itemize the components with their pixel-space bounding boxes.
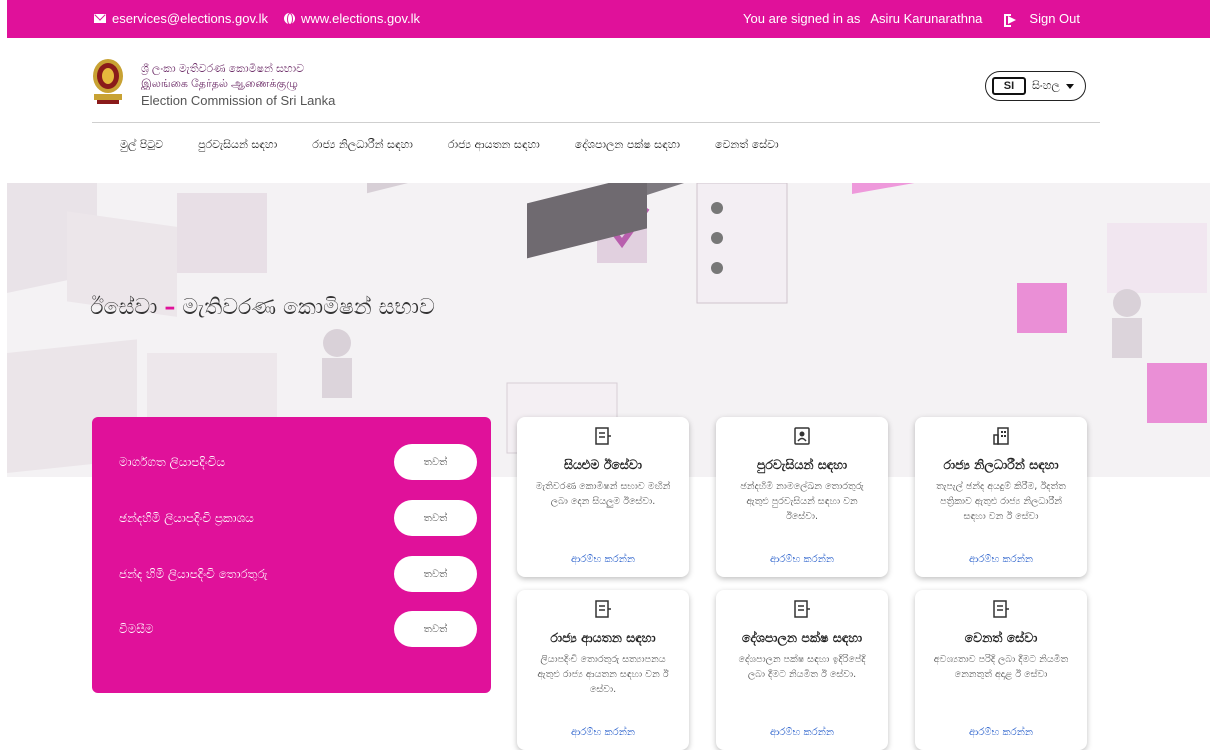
service-card-citizens[interactable]: පුරවැසියන් සඳහා ඡන්දහිමි නාමලේඛන තොරතුරු… — [716, 417, 888, 577]
more-button[interactable]: තවත් — [394, 611, 477, 647]
sign-out-button[interactable]: Sign Out — [996, 11, 1080, 27]
card-title: දේශපාලන පක්ෂ සඳහා — [741, 630, 863, 645]
language-selector[interactable]: SI සිංහල — [985, 71, 1086, 101]
brand-text: ශ්‍රී ලංකා මැතිවරණ කොමිෂන් සභාව இலங்கை த… — [141, 63, 335, 108]
document-icon — [993, 600, 1009, 618]
card-description: දේශපාලන පක්ෂ සඳහා ඉදිරිපේදි ලබා දීමට නිය… — [738, 654, 866, 680]
service-card-other[interactable]: වෙනත් සේවා අවශ්‍යතාව පරිදි ලබා දීමට නියම… — [915, 590, 1087, 750]
nav-item-citizens[interactable]: පුරවැසියන් සඳහා — [198, 138, 277, 152]
card-start-link[interactable]: ආරම්භ කරන්න — [716, 727, 888, 738]
panel-item-label: මාර්ගගත ලියාපදිංචිය — [119, 454, 226, 469]
panel-item-label: විමසීම — [119, 621, 154, 636]
website-link[interactable]: www.elections.gov.lk — [284, 11, 420, 26]
title-dash: – — [164, 295, 176, 320]
nav-item-other[interactable]: වෙනත් සේවා — [715, 138, 779, 152]
card-description: අවශ්‍යතාව පරිදි ලබා දීමට නියමිත නෙනතුත් … — [933, 654, 1069, 680]
card-title: රාජ්‍ය ආයතන සඳහා — [550, 630, 656, 645]
user-name: Asiru Karunarathna — [870, 11, 983, 26]
emblem-logo[interactable] — [91, 56, 125, 106]
brand-tamil: இலங்கை தேர்தல் ஆணைக்குழு — [141, 78, 298, 90]
top-bar: eservices@elections.gov.lk www.elections… — [7, 0, 1210, 38]
brand-english: Election Commission of Sri Lanka — [141, 93, 336, 108]
nav-item-home[interactable]: මුල් පිටුව — [120, 138, 163, 152]
card-start-link[interactable]: ආරම්භ කරන්න — [517, 554, 689, 565]
main-nav: මුල් පිටුව පුරවැසියන් සඳහා රාජ්‍ය නිලධාර… — [120, 138, 814, 152]
card-start-link[interactable]: ආරම්භ කරන්න — [517, 727, 689, 738]
panel-item-registration-declaration: ඡන්දහිමි ලියාපදිංචි ප්‍රකාශය තවත් — [119, 500, 477, 536]
card-description: ලියාපදිංචි තොරතුරු සත්‍යාපනය ඇතුළු රාජ්‍… — [537, 654, 669, 695]
panel-item-registration-info: ජන්ද හිමි ලියාපදිංචි තොරතුරු තවත් — [119, 556, 477, 592]
header-divider — [92, 122, 1100, 123]
panel-item-label: ඡන්දහිමි ලියාපදිංචි ප්‍රකාශය — [119, 510, 254, 525]
user-info: You are signed in as Asiru Karunarathna … — [735, 11, 1080, 27]
email-text: eservices@elections.gov.lk — [112, 11, 269, 26]
nav-item-institutions[interactable]: රාජ්‍ය ආයතන සඳහා — [448, 138, 540, 152]
card-description: මැතිවරණ කොමිෂන් සභාව මඟින් ලබා දෙන සියලු… — [535, 481, 671, 507]
more-button[interactable]: තවත් — [394, 444, 477, 480]
panel-item-inquiry: විමසීම තවත් — [119, 611, 477, 647]
document-icon — [794, 600, 810, 618]
language-code-badge: SI — [992, 77, 1026, 95]
title-commission: මැතිවරණ කොමිෂන් සභාව — [182, 295, 435, 320]
card-title: සියළුම ඊසේවා — [563, 457, 643, 472]
card-title: වෙනත් සේවා — [964, 630, 1038, 645]
building-icon — [993, 427, 1009, 445]
panel-item-label: ජන්ද හිමි ලියාපදිංචි තොරතුරු — [119, 566, 268, 581]
nav-item-parties[interactable]: දේශපාලන පක්ෂ සඳහා — [575, 138, 680, 152]
card-start-link[interactable]: ආරම්භ කරන්න — [915, 727, 1087, 738]
chevron-down-icon — [1065, 83, 1074, 89]
brand-sinhala: ශ්‍රී ලංකා මැතිවරණ කොමිෂන් සභාව — [141, 63, 305, 75]
website-text: www.elections.gov.lk — [301, 11, 421, 26]
nav-item-officers[interactable]: රාජ්‍ය නිලධාරීන් සඳහා — [312, 138, 413, 152]
title-esevices: ඊසේවා — [90, 295, 158, 320]
service-card-institutions[interactable]: රාජ්‍ය ආයතන සඳහා ලියාපදිංචි තොරතුරු සත්‍… — [517, 590, 689, 750]
service-card-officers[interactable]: රාජ්‍ය නිලධාරීන් සඳහා තැපැල් ඡන්ද අයදුම්… — [915, 417, 1087, 577]
email-link[interactable]: eservices@elections.gov.lk — [94, 11, 268, 26]
quick-links-panel: මාර්ගගත ලියාපදිංචිය තවත් ඡන්දහිමි ලියාපද… — [92, 417, 491, 693]
card-start-link[interactable]: ආරම්භ කරන්න — [915, 554, 1087, 565]
card-description: තැපැල් ඡන්ද අයදුම් කිරීම, ඊදත්ත පත්‍රිකා… — [936, 481, 1066, 522]
language-label: සිංහල — [1032, 79, 1060, 92]
document-icon — [595, 600, 611, 618]
service-card-parties[interactable]: දේශපාලන පක්ෂ සඳහා දේශපාලන පක්ෂ සඳහා ඉදිර… — [716, 590, 888, 750]
globe-icon — [284, 13, 296, 25]
panel-item-online-registration: මාර්ගගත ලියාපදිංචිය තවත් — [119, 444, 477, 480]
page-title: ඊසේවා – මැතිවරණ කොමිෂන් සභාව — [90, 295, 435, 320]
more-button[interactable]: තවත් — [394, 556, 477, 592]
sign-out-icon — [1004, 13, 1016, 27]
sign-out-label: Sign Out — [1029, 11, 1080, 26]
card-title: පුරවැසියන් සඳහා — [756, 457, 848, 472]
card-start-link[interactable]: ආරම්භ කරන්න — [716, 554, 888, 565]
mail-icon — [94, 14, 106, 23]
card-title: රාජ්‍ය නිලධාරීන් සඳහා — [943, 457, 1059, 472]
document-icon — [595, 427, 611, 445]
service-card-all[interactable]: සියළුම ඊසේවා මැතිවරණ කොමිෂන් සභාව මඟින් … — [517, 417, 689, 577]
id-badge-icon — [794, 427, 810, 445]
card-description: ඡන්දහිමි නාමලේඛන තොරතුරු ඇතුළු පුරවැසියන… — [740, 481, 864, 522]
signed-in-label: You are signed in as — [743, 11, 861, 26]
more-button[interactable]: තවත් — [394, 500, 477, 536]
contact-info: eservices@elections.gov.lk www.elections… — [94, 11, 436, 26]
